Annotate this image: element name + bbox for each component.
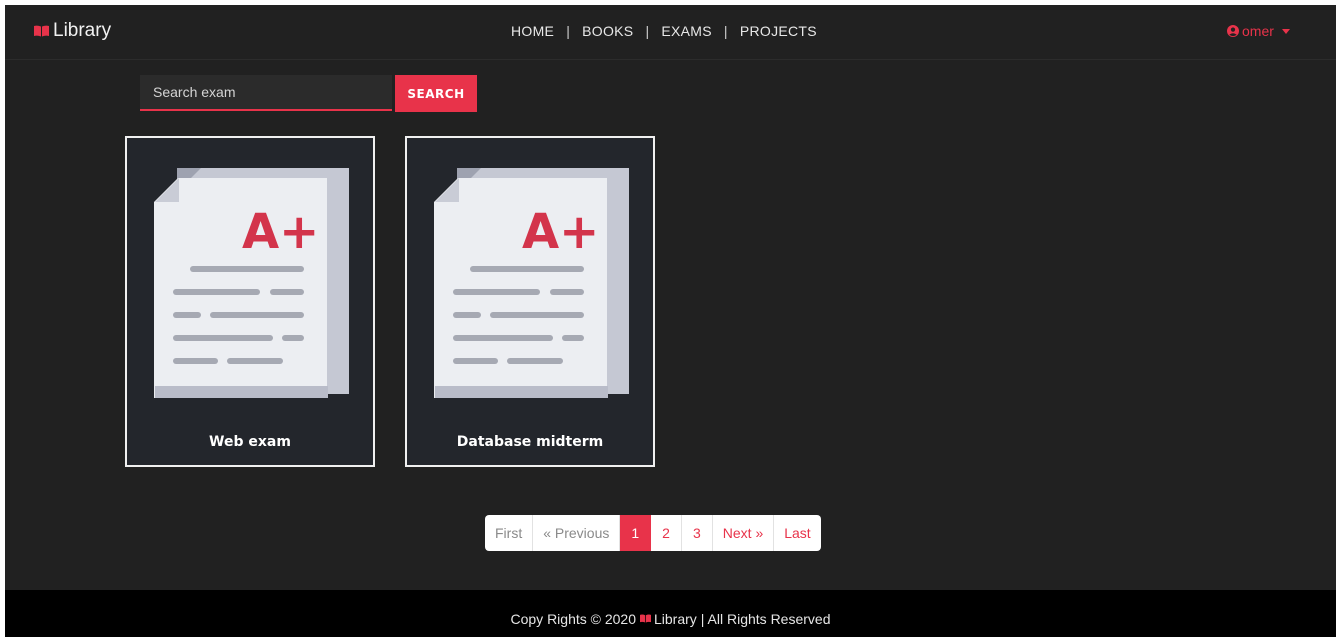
nav-home[interactable]: HOME xyxy=(511,23,554,39)
pagination-page-1[interactable]: 1 xyxy=(620,515,652,551)
pagination-previous[interactable]: « Previous xyxy=(533,515,621,551)
nav-separator: | xyxy=(566,23,571,39)
nav-books[interactable]: BOOKS xyxy=(582,23,633,39)
open-book-icon xyxy=(34,25,49,37)
footer-brand: Library xyxy=(654,610,697,627)
search-input[interactable] xyxy=(140,75,392,111)
main-nav: HOME | BOOKS | EXAMS | PROJECTS xyxy=(511,23,817,39)
user-name: omer xyxy=(1242,23,1274,39)
search-button[interactable]: SEARCH xyxy=(395,75,477,112)
nav-exams[interactable]: EXAMS xyxy=(661,23,712,39)
exam-card[interactable]: A+ Web exam xyxy=(125,136,375,467)
brand-name: Library xyxy=(53,20,112,41)
navbar: Library HOME | BOOKS | EXAMS | PROJECTS … xyxy=(5,5,1336,60)
user-menu[interactable]: omer xyxy=(1227,23,1290,39)
pagination-page-3[interactable]: 3 xyxy=(682,515,713,551)
exam-document-icon: A+ xyxy=(434,168,629,398)
footer-copyright: Copy Rights © 2020 xyxy=(510,610,637,627)
pagination-next[interactable]: Next » xyxy=(713,515,775,551)
footer-rights: | All Rights Reserved xyxy=(700,610,831,627)
user-circle-icon xyxy=(1227,25,1239,37)
open-book-icon xyxy=(640,614,651,623)
grade-text: A+ xyxy=(242,204,319,260)
card-title: Web exam xyxy=(209,434,291,450)
nav-projects[interactable]: PROJECTS xyxy=(740,23,817,39)
pagination: First « Previous 1 2 3 Next » Last xyxy=(485,515,821,551)
app-frame: Library HOME | BOOKS | EXAMS | PROJECTS … xyxy=(5,5,1336,637)
pagination-first[interactable]: First xyxy=(485,515,534,551)
nav-separator: | xyxy=(723,23,728,39)
footer: Copy Rights © 2020 Library | All Rights … xyxy=(5,590,1336,637)
brand-logo[interactable]: Library xyxy=(34,20,111,42)
exam-card[interactable]: A+ Database midterm xyxy=(405,136,655,467)
grade-text: A+ xyxy=(522,204,599,260)
card-title: Database midterm xyxy=(456,434,604,450)
pagination-page-2[interactable]: 2 xyxy=(651,515,682,551)
search-bar: SEARCH xyxy=(140,75,477,112)
pagination-last[interactable]: Last xyxy=(774,515,820,551)
caret-down-icon xyxy=(1281,28,1290,34)
exam-document-icon: A+ xyxy=(154,168,349,398)
nav-separator: | xyxy=(645,23,650,39)
